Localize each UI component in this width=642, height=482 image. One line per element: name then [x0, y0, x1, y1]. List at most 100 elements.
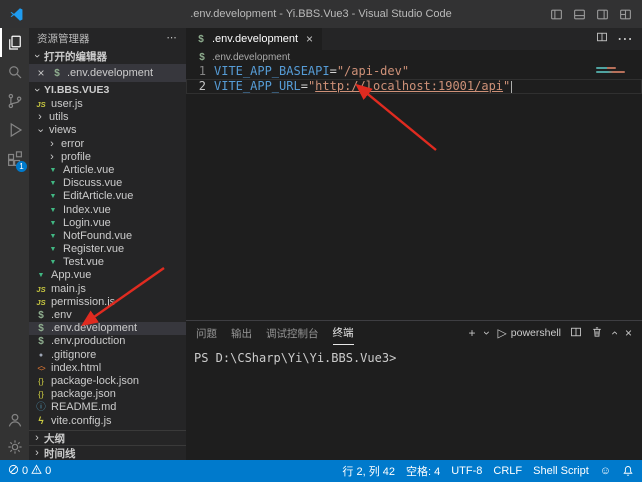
vue-file-icon: ▼ [35, 269, 47, 282]
window-title: .env.development - Yi.BBS.Vue3 - Visual … [0, 8, 642, 20]
outline-section-header[interactable]: › 大纲 [29, 430, 186, 445]
new-terminal-icon[interactable]: + [469, 327, 476, 339]
file-name: views [49, 124, 77, 137]
code-token: " [503, 79, 510, 93]
close-icon[interactable]: × [306, 32, 313, 46]
file-tree: JSuser.js›utils›views›error›profile▼Arti… [29, 98, 186, 428]
tree-item-main.js[interactable]: JSmain.js [29, 283, 186, 296]
source-control-icon[interactable] [0, 86, 29, 115]
panel-tab-问题[interactable]: 问题 [196, 321, 217, 345]
tree-item-Login.vue[interactable]: ▼Login.vue [29, 217, 186, 230]
breadcrumb-item[interactable]: .env.development [212, 52, 290, 63]
close-icon[interactable]: × [35, 66, 47, 80]
sidebar-title: 资源管理器 [37, 31, 90, 46]
tree-item-Test.vue[interactable]: ▼Test.vue [29, 256, 186, 269]
cursor-position[interactable]: 行 2, 列 42 [342, 463, 395, 479]
split-terminal-icon[interactable] [570, 326, 582, 341]
panel-tab-终端[interactable]: 终端 [333, 321, 354, 345]
error-count: 0 [22, 465, 28, 477]
extensions-badge: 1 [16, 161, 27, 172]
editor-tab-env-development[interactable]: $ .env.development × [186, 28, 322, 50]
toggle-secondary-sidebar-icon[interactable] [596, 8, 609, 21]
chevron-right-icon: › [32, 432, 42, 444]
status-bar: 0 0 行 2, 列 42 空格: 4 UTF-8 CRLF Shell Scr… [0, 460, 642, 482]
tree-item-vite.config.js[interactable]: ϟvite.config.js [29, 415, 186, 428]
panel-tab-输出[interactable]: 输出 [231, 321, 252, 345]
language-mode[interactable]: Shell Script [533, 465, 589, 477]
bottom-panel: 问题输出调试控制台终端 + › ▷ powershell › × [186, 320, 642, 460]
feedback-smiley-icon[interactable]: ☺ [600, 465, 611, 477]
breadcrumb[interactable]: $ .env.development [186, 50, 642, 64]
close-panel-icon[interactable]: × [625, 327, 632, 339]
open-editors-label: 打开的编辑器 [44, 49, 107, 64]
warning-icon [31, 464, 42, 478]
tree-item-README.md[interactable]: ⓘREADME.md [29, 401, 186, 414]
code-editor[interactable]: 1VITE_APP_BASEAPI="/api-dev"2VITE_APP_UR… [186, 64, 642, 320]
code-token: http://localhost:19001/api [315, 79, 503, 93]
toggle-sidebar-icon[interactable] [550, 8, 563, 21]
tree-item-Index.vue[interactable]: ▼Index.vue [29, 204, 186, 217]
tree-item-package-lock.json[interactable]: {}package-lock.json [29, 375, 186, 388]
project-header[interactable]: › YI.BBS.VUE3 [29, 82, 186, 98]
maximize-panel-icon[interactable]: › [608, 331, 620, 335]
tree-item-permission.js[interactable]: JSpermission.js [29, 296, 186, 309]
problems-status[interactable]: 0 0 [8, 464, 51, 478]
encoding-setting[interactable]: UTF-8 [451, 465, 482, 477]
tree-item-EditArticle.vue[interactable]: ▼EditArticle.vue [29, 190, 186, 203]
line-number: 1 [186, 64, 206, 79]
shell-name: powershell [511, 327, 561, 339]
tree-item-.env[interactable]: $.env [29, 309, 186, 322]
tree-item-.env.production[interactable]: $.env.production [29, 335, 186, 348]
tree-item-index.html[interactable]: <>index.html [29, 362, 186, 375]
notifications-bell-icon[interactable] [622, 465, 634, 477]
explorer-sidebar: 资源管理器 ⋯ › 打开的编辑器 × $ .env.development › … [29, 28, 186, 460]
chevron-down-icon: › [31, 85, 43, 95]
explorer-icon[interactable] [0, 28, 29, 57]
tree-item-views[interactable]: ›views [29, 124, 186, 137]
layout-controls [550, 8, 632, 21]
indentation-setting[interactable]: 空格: 4 [406, 463, 440, 479]
minimap-line [596, 67, 616, 69]
tree-item-profile[interactable]: ›profile [29, 151, 186, 164]
chevron-down-icon[interactable]: › [481, 331, 493, 335]
split-editor-icon[interactable] [596, 30, 608, 48]
tree-item-package.json[interactable]: {}package.json [29, 388, 186, 401]
tree-item-error[interactable]: ›error [29, 138, 186, 151]
kill-terminal-trash-icon[interactable] [591, 326, 603, 341]
minimap[interactable] [596, 67, 630, 75]
vue-file-icon: ▼ [47, 190, 59, 203]
panel-tab-调试控制台[interactable]: 调试控制台 [266, 321, 319, 345]
open-editor-item[interactable]: × $ .env.development [29, 64, 186, 82]
tree-item-App.vue[interactable]: ▼App.vue [29, 269, 186, 282]
eol-setting[interactable]: CRLF [493, 465, 522, 477]
tree-item-Register.vue[interactable]: ▼Register.vue [29, 243, 186, 256]
customize-layout-icon[interactable] [619, 8, 632, 21]
panel-actions: + › ▷ powershell › × [469, 326, 632, 341]
tree-item-utils[interactable]: ›utils [29, 111, 186, 124]
more-actions-icon[interactable]: ⋯ [167, 32, 179, 44]
settings-gear-icon[interactable] [0, 434, 29, 460]
tree-item-.env.development[interactable]: $.env.development [29, 322, 186, 335]
shell-selector[interactable]: ▷ powershell [498, 327, 561, 339]
code-line-2: 2VITE_APP_URL="http://localhost:19001/ap… [186, 79, 642, 94]
file-name: utils [49, 111, 69, 124]
vite-file-icon: ϟ [35, 415, 47, 428]
extensions-icon[interactable]: 1 [0, 144, 29, 173]
more-actions-icon[interactable]: ⋯ [617, 29, 633, 49]
tree-item-NotFound.vue[interactable]: ▼NotFound.vue [29, 230, 186, 243]
tree-item-user.js[interactable]: JSuser.js [29, 98, 186, 111]
search-icon[interactable] [0, 57, 29, 86]
open-editors-header[interactable]: › 打开的编辑器 [29, 48, 186, 64]
toggle-panel-icon[interactable] [573, 8, 586, 21]
terminal[interactable]: PS D:\CSharp\Yi\Yi.BBS.Vue3> [186, 345, 642, 460]
vue-file-icon: ▼ [47, 204, 59, 217]
code-token: = [330, 64, 337, 78]
timeline-section-header[interactable]: › 时间线 [29, 445, 186, 460]
file-name: package-lock.json [51, 375, 139, 388]
tree-item-.gitignore[interactable]: ●.gitignore [29, 349, 186, 362]
tree-item-Article.vue[interactable]: ▼Article.vue [29, 164, 186, 177]
tree-item-Discuss.vue[interactable]: ▼Discuss.vue [29, 177, 186, 190]
title-bar: .env.development - Yi.BBS.Vue3 - Visual … [0, 0, 642, 28]
account-icon[interactable] [0, 405, 29, 434]
run-debug-icon[interactable] [0, 115, 29, 144]
